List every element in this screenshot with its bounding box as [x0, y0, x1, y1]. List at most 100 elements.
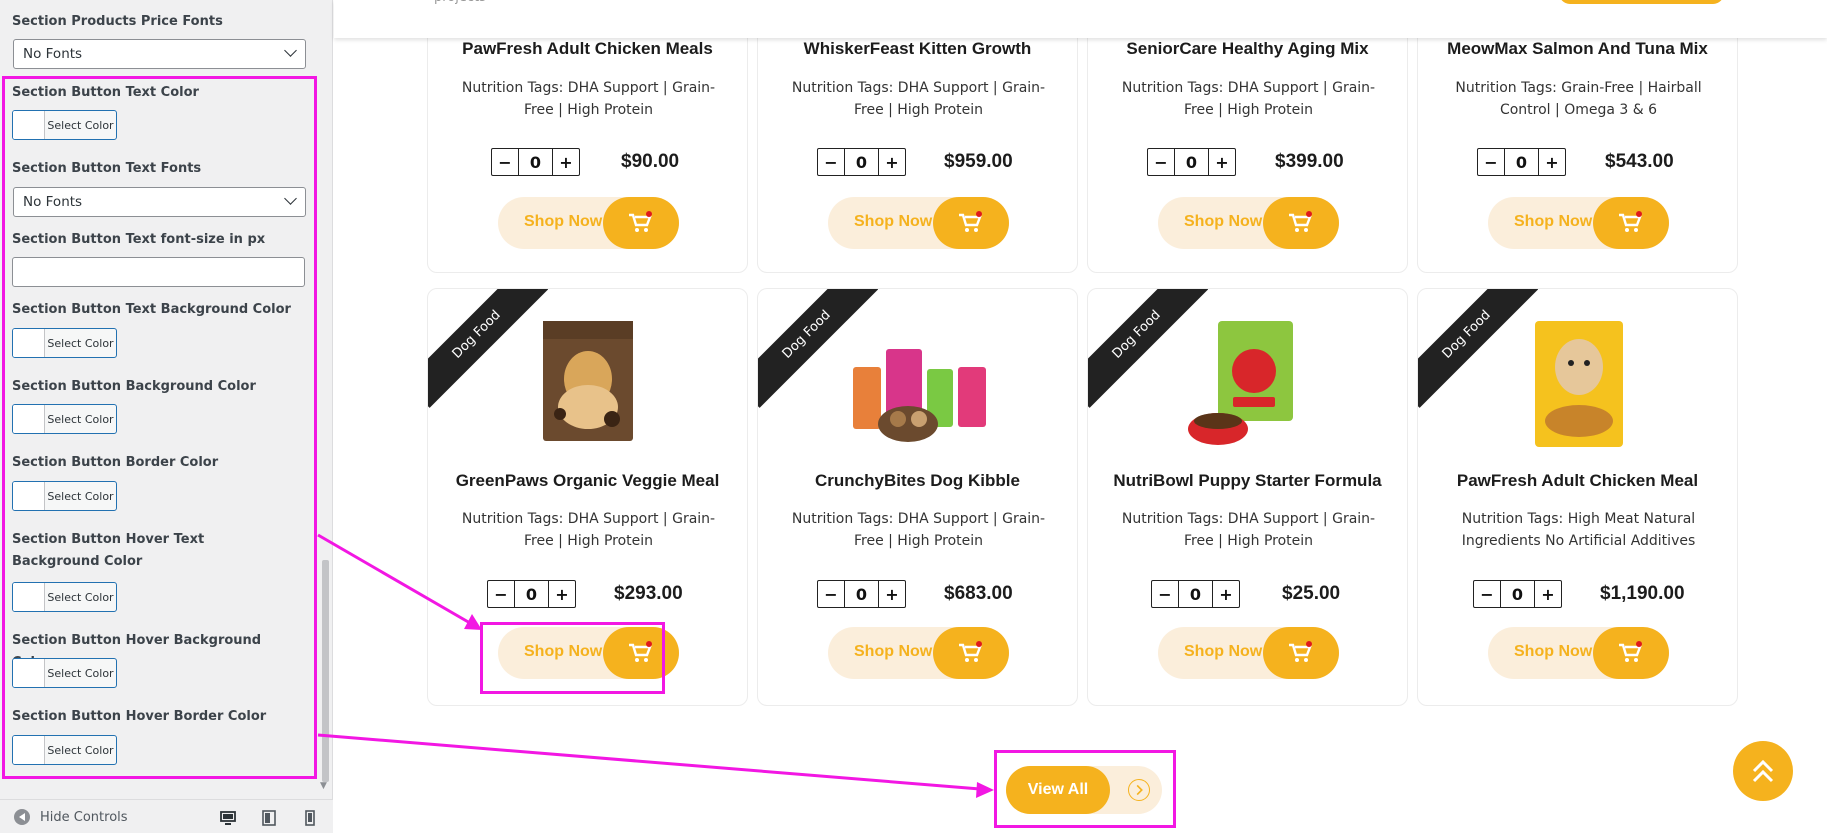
- qty-minus-button[interactable]: −: [1474, 581, 1500, 607]
- shop-now-button[interactable]: Shop Now: [1158, 197, 1339, 249]
- shop-now-button[interactable]: Shop Now: [1158, 627, 1339, 679]
- product-card: PawFresh Adult Chicken Meals Nutrition T…: [427, 0, 748, 273]
- qty-value[interactable]: 0: [514, 581, 549, 607]
- qty-plus-button[interactable]: +: [553, 149, 579, 175]
- double-chevron-up-icon: [1752, 759, 1774, 783]
- header-partial-text: projects: [434, 0, 486, 5]
- product-price: $683.00: [944, 583, 1013, 604]
- product-tags: Nutrition Tags: DHA Support | Grain-Free…: [461, 511, 716, 549]
- cart-icon-wrap: [933, 627, 1009, 679]
- shop-now-button[interactable]: Shop Now: [1488, 197, 1669, 249]
- qty-plus-button[interactable]: +: [1535, 581, 1561, 607]
- product-title: PawFresh Adult Chicken Meal: [1456, 471, 1699, 490]
- quantity-stepper[interactable]: − 0 +: [491, 148, 580, 176]
- hide-controls-label: Hide Controls: [40, 809, 128, 825]
- qty-minus-button[interactable]: −: [492, 149, 518, 175]
- product-image: [853, 349, 986, 442]
- quantity-stepper[interactable]: − 0 +: [817, 580, 906, 608]
- annotation-highlight-box: [2, 76, 317, 779]
- quantity-stepper[interactable]: − 0 +: [487, 580, 576, 608]
- product-title: GreenPaws Organic Veggie Meal: [455, 471, 720, 490]
- product-price: $90.00: [621, 151, 680, 172]
- cart-icon: [1619, 211, 1642, 232]
- shop-now-label: Shop Now: [1184, 643, 1263, 660]
- hide-controls-button[interactable]: Hide Controls: [14, 809, 128, 825]
- product-price: $399.00: [1275, 151, 1344, 172]
- qty-minus-button[interactable]: −: [1148, 149, 1174, 175]
- product-price: $543.00: [1605, 151, 1674, 172]
- qty-minus-button[interactable]: −: [1478, 149, 1504, 175]
- qty-minus-button[interactable]: −: [488, 581, 514, 607]
- quantity-stepper[interactable]: − 0 +: [1477, 148, 1566, 176]
- qty-plus-button[interactable]: +: [1209, 149, 1235, 175]
- cart-icon: [1619, 641, 1642, 662]
- product-card: Dog Food PawFresh Adult Chicken Meal Nut…: [1417, 288, 1738, 706]
- price-fonts-label: Section Products Price Fonts: [12, 14, 223, 29]
- cart-icon: [959, 641, 982, 662]
- shop-now-label: Shop Now: [1514, 643, 1593, 660]
- product-tags: Nutrition Tags: DHA Support | Grain-Free…: [1121, 80, 1376, 118]
- qty-plus-button[interactable]: +: [879, 581, 905, 607]
- mobile-preview-icon[interactable]: [302, 810, 318, 826]
- cart-icon-wrap: [1593, 197, 1669, 249]
- chevron-down-icon: [284, 44, 297, 57]
- tablet-preview-icon[interactable]: [261, 810, 277, 826]
- shop-now-button[interactable]: Shop Now: [828, 197, 1009, 249]
- cart-icon-wrap: [1263, 627, 1339, 679]
- product-tags: Nutrition Tags: DHA Support | Grain-Free…: [1121, 511, 1376, 549]
- collapse-icon: [14, 809, 30, 825]
- desktop-preview-icon[interactable]: [220, 810, 236, 826]
- site-header: projects: [334, 0, 1827, 38]
- annotation-highlight-box: [994, 750, 1176, 828]
- price-fonts-select[interactable]: No Fonts: [13, 39, 306, 69]
- shop-now-label: Shop Now: [854, 643, 933, 660]
- qty-value[interactable]: 0: [844, 149, 879, 175]
- qty-value[interactable]: 0: [518, 149, 553, 175]
- product-card: Dog Food NutriBowl Puppy Starter Formula…: [1087, 288, 1408, 706]
- shop-now-label: Shop Now: [854, 213, 933, 230]
- quantity-stepper[interactable]: − 0 +: [817, 148, 906, 176]
- product-tags: Nutrition Tags: High Meat Natural Ingred…: [1461, 511, 1696, 549]
- controls-scroll-area: Section Products Price Fonts No Fonts Se…: [0, 0, 333, 793]
- shop-now-label: Shop Now: [1514, 213, 1593, 230]
- category-ribbon: Dog Food: [1418, 289, 1538, 408]
- cart-icon-wrap: [1593, 627, 1669, 679]
- header-button[interactable]: [1559, 0, 1724, 4]
- product-title: MeowMax Salmon And Tuna Mix: [1447, 39, 1708, 58]
- qty-value[interactable]: 0: [844, 581, 879, 607]
- cart-icon-wrap: [603, 197, 679, 249]
- product-title: NutriBowl Puppy Starter Formula: [1113, 471, 1382, 490]
- shop-now-button[interactable]: Shop Now: [498, 197, 679, 249]
- site-preview: projects PawFresh Adult Chicken Meals Nu…: [334, 0, 1827, 833]
- back-to-top-button[interactable]: [1733, 741, 1793, 801]
- product-tags: Nutrition Tags: DHA Support | Grain-Free…: [461, 80, 716, 118]
- product-price: $293.00: [614, 583, 683, 604]
- product-card: WhiskerFeast Kitten Growth Nutrition Tag…: [757, 0, 1078, 273]
- qty-minus-button[interactable]: −: [1152, 581, 1178, 607]
- quantity-stepper[interactable]: − 0 +: [1147, 148, 1236, 176]
- qty-plus-button[interactable]: +: [1213, 581, 1239, 607]
- shop-now-button[interactable]: Shop Now: [828, 627, 1009, 679]
- qty-value[interactable]: 0: [1500, 581, 1535, 607]
- qty-value[interactable]: 0: [1504, 149, 1539, 175]
- product-image: [1188, 321, 1293, 445]
- scroll-down-icon[interactable]: ▼: [320, 781, 327, 791]
- qty-plus-button[interactable]: +: [879, 149, 905, 175]
- product-price: $1,190.00: [1600, 583, 1685, 604]
- qty-value[interactable]: 0: [1178, 581, 1213, 607]
- quantity-stepper[interactable]: − 0 +: [1151, 580, 1240, 608]
- ribbon-wrap: Dog Food: [1418, 289, 1538, 409]
- qty-value[interactable]: 0: [1174, 149, 1209, 175]
- quantity-stepper[interactable]: − 0 +: [1473, 580, 1562, 608]
- qty-minus-button[interactable]: −: [818, 149, 844, 175]
- product-title: SeniorCare Healthy Aging Mix: [1126, 39, 1369, 58]
- qty-minus-button[interactable]: −: [818, 581, 844, 607]
- product-card: MeowMax Salmon And Tuna Mix Nutrition Ta…: [1417, 0, 1738, 273]
- product-price: $959.00: [944, 151, 1013, 172]
- panel-footer: Hide Controls: [0, 799, 333, 833]
- shop-now-button[interactable]: Shop Now: [1488, 627, 1669, 679]
- panel-scrollbar[interactable]: [322, 560, 329, 782]
- qty-plus-button[interactable]: +: [1539, 149, 1565, 175]
- qty-plus-button[interactable]: +: [549, 581, 575, 607]
- price-fonts-value: No Fonts: [23, 46, 83, 62]
